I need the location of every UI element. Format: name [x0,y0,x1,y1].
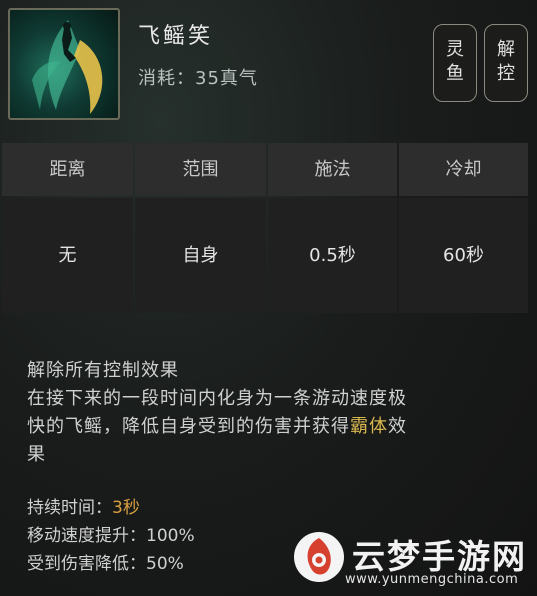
desc-line: 在接下来的一段时间内化身为一条游动速度极 [27,388,407,409]
tag-lingyu-line2: 鱼 [446,63,464,84]
desc-line: 快的飞鳐，降低自身受到的伤害并获得霸体效 [27,413,507,441]
attr-duration: 持续时间：3秒 [27,494,195,522]
watermark-url: www.yunmengchina.com [345,572,519,587]
stat-value-cast: 0.5秒 [268,198,397,313]
watermark-logo-icon [294,532,344,582]
flying-ray-icon[interactable] [8,8,120,120]
stat-header-cast: 施法 [268,143,397,196]
desc-line: 果 [27,444,46,465]
tag-lingyu-button[interactable]: 灵 鱼 [433,24,477,102]
desc-text: 效 [388,416,407,437]
tag-jiekong-button[interactable]: 解 控 [484,24,528,102]
skill-description: 解除所有控制效果 在接下来的一段时间内化身为一条游动速度极 快的飞鳐，降低自身受… [27,357,507,469]
stat-header-area: 范围 [135,143,266,196]
desc-highlight: 霸体 [350,416,388,437]
desc-text: 快的飞鳐，降低自身受到的伤害并获得 [27,416,350,437]
tag-lingyu-line1: 灵 [446,39,464,60]
stat-value-area: 自身 [135,198,266,313]
attr-speed-value: 100% [146,526,195,546]
skill-attributes: 持续时间：3秒 移动速度提升：100% 受到伤害降低：50% [27,494,195,578]
tag-jiekong-line2: 控 [497,63,515,84]
attr-speed: 移动速度提升：100% [27,522,195,550]
skill-tooltip-panel: 飞鳐笑 消耗：35真气 灵 鱼 解 控 距离 范围 施法 冷却 无 自身 0.5… [0,0,537,596]
stat-header-range: 距离 [2,143,133,196]
skill-cost: 消耗：35真气 [138,68,258,89]
attr-damage-label: 受到伤害降低： [27,554,146,574]
attr-damage: 受到伤害降低：50% [27,550,195,578]
skill-stats-table: 距离 范围 施法 冷却 无 自身 0.5秒 60秒 [2,143,528,313]
stat-value-cooldown: 60秒 [399,198,528,313]
attr-damage-value: 50% [146,554,184,574]
attr-speed-label: 移动速度提升： [27,526,146,546]
stat-value-range: 无 [2,198,133,313]
desc-line: 解除所有控制效果 [27,360,179,381]
stat-header-cooldown: 冷却 [399,143,528,196]
skill-name: 飞鳐笑 [138,24,214,49]
tag-jiekong-line1: 解 [497,39,515,60]
attr-duration-value: 3秒 [112,498,140,518]
watermark-title: 云梦手游网 [352,537,527,576]
attr-duration-label: 持续时间： [27,498,112,518]
